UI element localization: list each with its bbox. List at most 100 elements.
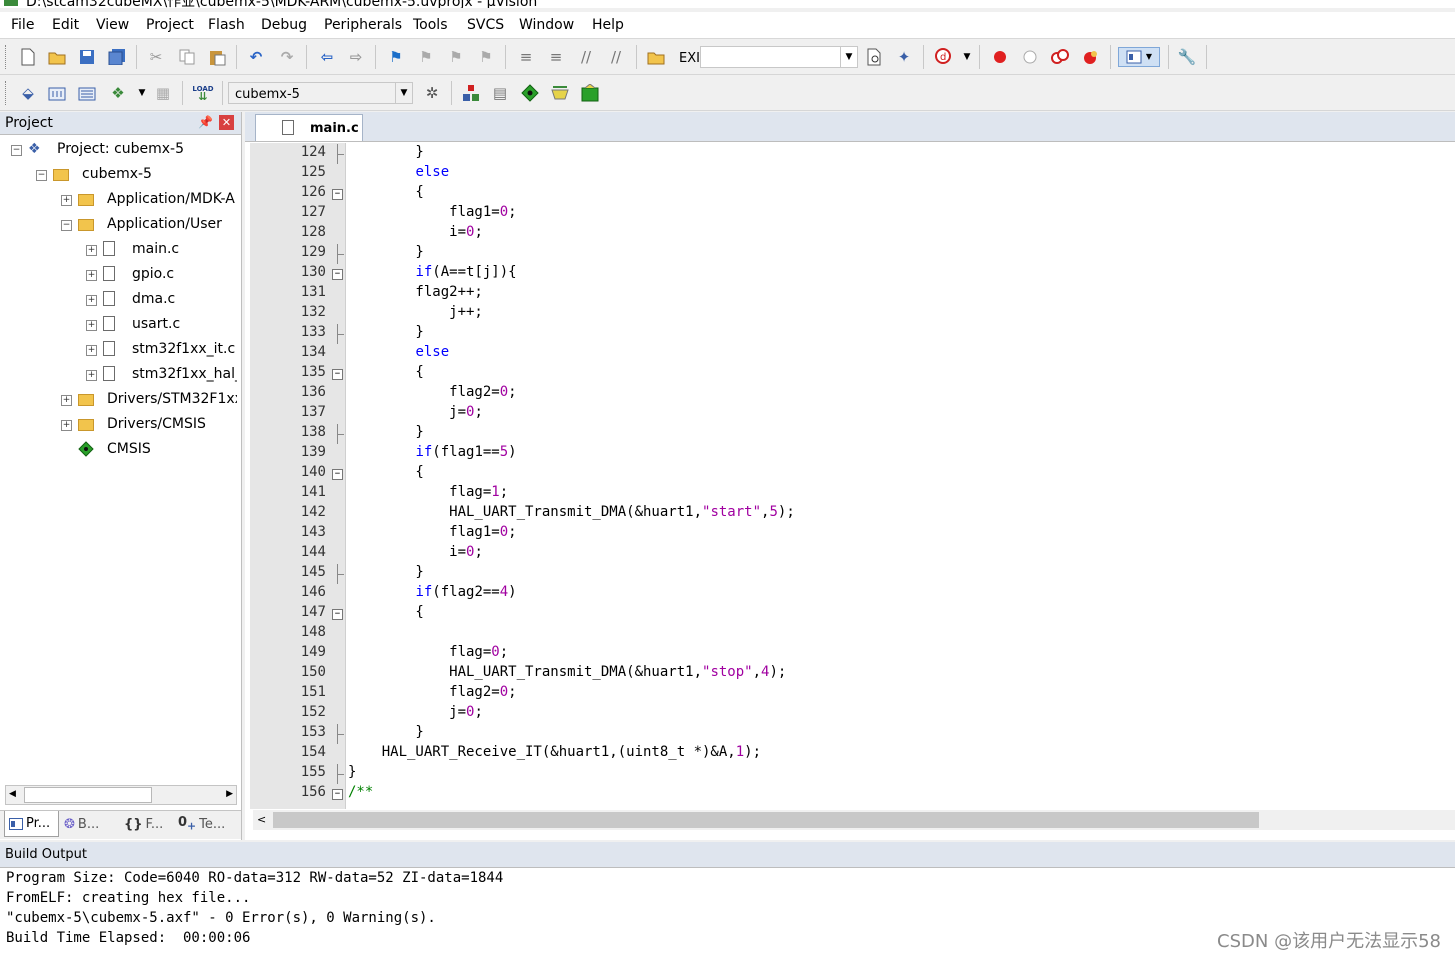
menu-debug[interactable]: Debug (261, 17, 307, 33)
indent-icon[interactable]: ≡ (516, 47, 536, 67)
collapse-icon[interactable]: − (11, 145, 22, 156)
undo-icon[interactable]: ↶ (246, 47, 266, 67)
menu-svcs[interactable]: SVCS (467, 17, 504, 33)
editor-tabs: main.c (245, 112, 1455, 142)
expand-icon[interactable]: + (86, 320, 97, 331)
menu-view[interactable]: View (96, 17, 129, 33)
scrollbar-thumb[interactable] (273, 812, 1259, 828)
unindent-icon[interactable]: ≡ (546, 47, 566, 67)
navigate-forward-icon[interactable]: ⇨ (346, 47, 366, 67)
configure-wrench-icon[interactable]: 🔧 (1177, 47, 1197, 67)
build-icon[interactable] (47, 83, 67, 103)
open-file-icon[interactable] (47, 47, 67, 67)
translate-icon[interactable]: ⬙ (18, 83, 38, 103)
insert-breakpoint-icon[interactable] (990, 47, 1010, 67)
build-output-text[interactable]: Program Size: Code=6040 RO-data=312 RW-d… (6, 870, 503, 950)
new-file-icon[interactable] (18, 47, 38, 67)
window-layout-icon[interactable]: ▼ (1118, 47, 1160, 67)
expand-icon[interactable]: + (86, 345, 97, 356)
manage-books-icon[interactable]: ▤ (490, 83, 510, 103)
incremental-find-icon[interactable] (864, 47, 884, 67)
tab-project[interactable]: Pr... (4, 811, 59, 837)
select-software-packs-icon[interactable] (550, 83, 570, 103)
find-in-files-icon[interactable] (646, 47, 666, 67)
fold-collapse-icon[interactable]: − (332, 609, 343, 620)
fold-collapse-icon[interactable]: − (332, 189, 343, 200)
kill-breakpoints-icon[interactable] (1080, 47, 1100, 67)
rebuild-icon[interactable] (77, 83, 97, 103)
chevron-down-icon[interactable]: ▼ (840, 47, 857, 67)
chevron-down-icon[interactable]: ▼ (957, 47, 977, 67)
batch-build-icon[interactable]: ❖ (108, 83, 128, 103)
tree-group-drivers-stm32[interactable]: + Drivers/STM32F1xx_ (61, 388, 237, 413)
save-icon[interactable] (77, 47, 97, 67)
menu-file[interactable]: File (11, 17, 34, 33)
menu-flash[interactable]: Flash (208, 17, 245, 33)
expand-icon[interactable]: + (86, 295, 97, 306)
editor-horizontal-scrollbar[interactable]: < (253, 810, 1455, 830)
download-load-icon[interactable]: LOAD ⇊ (192, 83, 213, 103)
source-browser-icon[interactable]: ✦ (894, 47, 914, 67)
pin-icon[interactable]: 📌 (198, 115, 213, 129)
fold-collapse-icon[interactable]: − (332, 269, 343, 280)
copy-icon[interactable] (177, 47, 197, 67)
menu-peripherals[interactable]: Peripherals (324, 17, 402, 33)
navigate-back-icon[interactable]: ⇦ (317, 47, 337, 67)
collapse-icon[interactable]: − (61, 220, 72, 231)
build-toolbar: ⬙ ❖ ▼ ▦ LOAD ⇊ cubemx-5 ▼ ✲ ▤ (0, 76, 1455, 111)
project-horizontal-scrollbar[interactable]: ◀ ▶ (5, 785, 237, 805)
clear-bookmarks-icon[interactable]: ⚑ (476, 47, 496, 67)
scroll-left-icon[interactable]: < (257, 813, 266, 826)
bookmark-icon[interactable]: ⚑ (386, 47, 406, 67)
chevron-down-icon[interactable]: ▼ (395, 83, 412, 103)
menu-help[interactable]: Help (592, 17, 624, 33)
expand-icon[interactable]: + (86, 245, 97, 256)
paste-icon[interactable] (207, 47, 227, 67)
expand-icon[interactable]: + (86, 270, 97, 281)
menu-window[interactable]: Window (519, 17, 574, 33)
target-select[interactable]: ▼ (228, 82, 413, 104)
save-all-icon[interactable] (107, 47, 127, 67)
menu-tools[interactable]: Tools (413, 17, 448, 33)
disable-breakpoints-icon[interactable] (1050, 47, 1070, 67)
code-area[interactable]: 124 } 125 else 126− {127 flag1=0; 128 i=0; 1… (245, 143, 1455, 809)
redo-icon[interactable]: ↷ (277, 47, 297, 67)
scroll-left-icon[interactable]: ◀ (9, 789, 16, 799)
menu-edit[interactable]: Edit (52, 17, 79, 33)
pack-installer-icon[interactable] (580, 83, 600, 103)
debug-session-icon[interactable]: d (934, 47, 954, 67)
tab-functions[interactable]: {} F... (124, 811, 172, 837)
comment-icon[interactable]: // (576, 47, 596, 67)
toolbar-grip[interactable] (5, 81, 9, 105)
collapse-icon[interactable]: − (36, 170, 47, 181)
menu-bar: File Edit View Project Flash Debug Perip… (0, 12, 1455, 39)
find-combo[interactable]: ▼ (700, 46, 858, 68)
fold-collapse-icon[interactable]: − (332, 369, 343, 380)
fold-collapse-icon[interactable]: − (332, 789, 343, 800)
target-options-icon[interactable]: ✲ (422, 83, 442, 103)
menu-project[interactable]: Project (146, 17, 194, 33)
expand-icon[interactable]: + (61, 420, 72, 431)
scroll-right-icon[interactable]: ▶ (226, 789, 233, 799)
close-icon[interactable]: ✕ (219, 115, 234, 130)
uncomment-icon[interactable]: // (606, 47, 626, 67)
tab-books[interactable]: ❂ B... (64, 811, 114, 837)
toolbar-grip[interactable] (5, 45, 9, 69)
tab-main-c[interactable]: main.c (255, 114, 363, 141)
line-number: 145 (300, 564, 326, 580)
file-extensions-icon[interactable] (461, 83, 481, 103)
next-bookmark-icon[interactable]: ⚑ (446, 47, 466, 67)
expand-icon[interactable]: + (61, 195, 72, 206)
tab-templates[interactable]: 0+ Te... (178, 811, 236, 837)
expand-icon[interactable]: + (61, 395, 72, 406)
fold-collapse-icon[interactable]: − (332, 469, 343, 480)
prev-bookmark-icon[interactable]: ⚑ (416, 47, 436, 67)
manage-rte-icon[interactable] (520, 83, 540, 103)
scrollbar-thumb[interactable] (24, 787, 152, 803)
stop-build-icon[interactable]: ▦ (153, 83, 173, 103)
chevron-down-icon[interactable]: ▼ (132, 83, 152, 103)
expand-icon[interactable]: + (86, 370, 97, 381)
enable-breakpoint-icon[interactable] (1020, 47, 1040, 67)
tree-file-hal-msp[interactable]: + stm32f1xx_hal_r (86, 363, 237, 388)
cut-icon[interactable]: ✂ (146, 47, 166, 67)
